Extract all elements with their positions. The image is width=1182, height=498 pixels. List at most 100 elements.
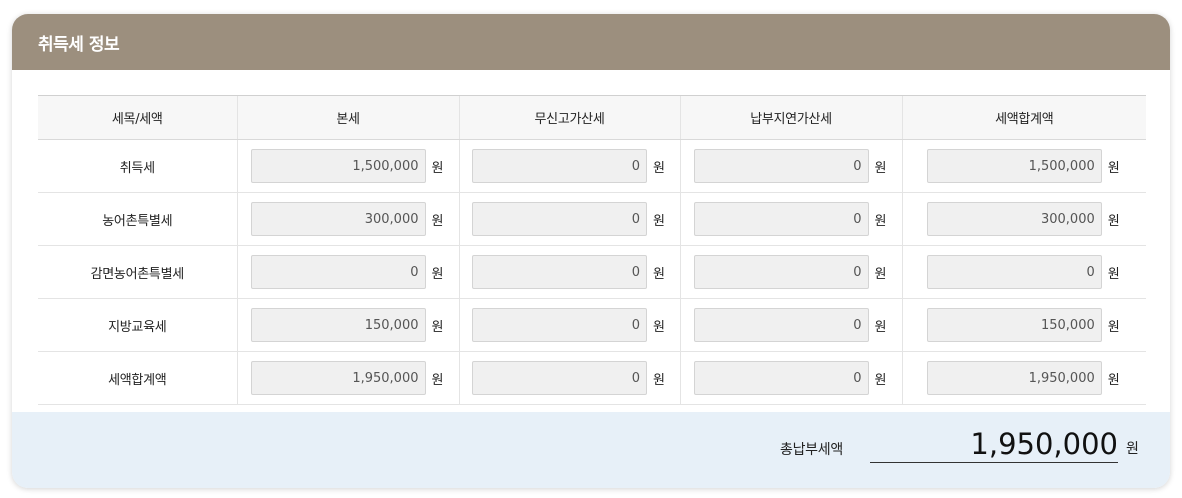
amount-cell: 원 [681, 255, 902, 289]
late-payment-penalty-amount-field[interactable] [693, 149, 869, 183]
tax-total-amount-field[interactable] [926, 255, 1102, 289]
table-cell: 원 [458, 351, 680, 405]
unfiled-penalty-amount-field[interactable] [472, 149, 647, 183]
currency-unit: 원 [431, 319, 444, 335]
unfiled-penalty-amount-field[interactable] [472, 255, 647, 289]
amount-cell: 원 [460, 361, 680, 395]
amount-cell: 원 [238, 308, 459, 342]
row-label: 농어촌특별세 [38, 192, 237, 246]
table-cell: 원 [679, 192, 902, 246]
table-cell: 원 [458, 192, 680, 246]
late-payment-penalty-amount-field[interactable] [693, 202, 869, 236]
column-header-tax-total: 세액합계액 [901, 95, 1146, 140]
table-cell: 원 [901, 351, 1147, 405]
base-tax-amount-field[interactable] [250, 361, 426, 395]
total-payment-label: 총납부세액 [780, 442, 843, 458]
currency-unit: 원 [653, 266, 665, 282]
table-cell: 원 [458, 245, 680, 299]
late-payment-penalty-amount-field[interactable] [693, 255, 869, 289]
amount-cell: 원 [903, 149, 1147, 183]
currency-unit: 원 [874, 319, 887, 335]
row-label: 세액합계액 [38, 351, 237, 405]
table-cell: 원 [236, 192, 459, 246]
currency-unit: 원 [431, 266, 444, 282]
currency-unit: 원 [653, 319, 665, 335]
table-cell: 원 [679, 298, 902, 352]
currency-unit: 원 [1107, 160, 1120, 176]
currency-unit: 원 [431, 372, 444, 388]
currency-unit: 원 [653, 213, 665, 229]
currency-unit: 원 [431, 213, 444, 229]
amount-cell: 원 [238, 202, 459, 236]
unfiled-penalty-amount-field[interactable] [472, 361, 647, 395]
row-label: 감면농어촌특별세 [38, 245, 237, 299]
amount-cell: 원 [460, 255, 680, 289]
table-row: 감면농어촌특별세 원 원 원 원 [38, 245, 1147, 299]
table-cell: 원 [458, 298, 680, 352]
base-tax-amount-field[interactable] [250, 255, 426, 289]
amount-cell: 원 [903, 202, 1147, 236]
table-row: 지방교육세 원 원 원 원 [38, 298, 1147, 352]
base-tax-amount-field[interactable] [250, 202, 426, 236]
table-cell: 원 [236, 139, 459, 193]
tax-total-amount-field[interactable] [926, 361, 1102, 395]
amount-cell: 원 [238, 361, 459, 395]
column-header-unfiled-penalty: 무신고가산세 [458, 95, 680, 140]
table-header-row: 세목/세액 본세 무신고가산세 납부지연가산세 세액합계액 [38, 95, 1146, 140]
amount-cell: 원 [460, 149, 680, 183]
tax-info-card: 취득세 정보 세목/세액 본세 무신고가산세 납부지연가산세 세액합계액 취득세… [12, 14, 1170, 488]
late-payment-penalty-amount-field[interactable] [693, 361, 869, 395]
row-label: 취득세 [38, 139, 237, 193]
unfiled-penalty-amount-field[interactable] [472, 202, 647, 236]
base-tax-amount-field[interactable] [250, 308, 426, 342]
total-payment-unit: 원 [1126, 441, 1139, 457]
table-cell: 원 [679, 245, 902, 299]
table-cell: 원 [236, 351, 459, 405]
base-tax-amount-field[interactable] [250, 149, 426, 183]
currency-unit: 원 [874, 213, 887, 229]
currency-unit: 원 [653, 160, 665, 176]
tax-total-amount-field[interactable] [926, 308, 1102, 342]
amount-cell: 원 [681, 149, 902, 183]
section-title: 취득세 정보 [38, 34, 120, 55]
table-cell: 원 [679, 139, 902, 193]
table-row: 농어촌특별세 원 원 원 원 [38, 192, 1147, 246]
currency-unit: 원 [653, 372, 665, 388]
amount-cell: 원 [460, 202, 680, 236]
unfiled-penalty-amount-field[interactable] [472, 308, 647, 342]
total-payment-value: 1,950,000 [870, 426, 1118, 463]
currency-unit: 원 [431, 160, 444, 176]
table-row: 세액합계액 원 원 원 원 [38, 351, 1147, 405]
amount-cell: 원 [681, 202, 902, 236]
table-cell: 원 [901, 298, 1147, 352]
amount-cell: 원 [238, 255, 459, 289]
table-row: 취득세 원 원 원 원 [38, 139, 1147, 193]
currency-unit: 원 [1107, 213, 1120, 229]
currency-unit: 원 [874, 160, 887, 176]
tax-table: 세목/세액 본세 무신고가산세 납부지연가산세 세액합계액 취득세원원원원농어촌… [38, 95, 1146, 405]
section-header: 취득세 정보 [12, 14, 1170, 70]
row-label: 지방교육세 [38, 298, 237, 352]
currency-unit: 원 [1107, 372, 1120, 388]
amount-cell: 원 [903, 255, 1147, 289]
tax-total-amount-field[interactable] [926, 149, 1102, 183]
amount-cell: 원 [460, 308, 680, 342]
currency-unit: 원 [874, 266, 887, 282]
currency-unit: 원 [874, 372, 887, 388]
column-header-late-payment-penalty: 납부지연가산세 [679, 95, 902, 140]
amount-cell: 원 [681, 308, 902, 342]
column-header-base-tax: 본세 [236, 95, 459, 140]
table-cell: 원 [901, 192, 1147, 246]
amount-cell: 원 [903, 361, 1147, 395]
currency-unit: 원 [1107, 266, 1120, 282]
table-cell: 원 [901, 245, 1147, 299]
column-header-tax-item: 세목/세액 [38, 95, 237, 140]
tax-total-amount-field[interactable] [926, 202, 1102, 236]
amount-cell: 원 [238, 149, 459, 183]
late-payment-penalty-amount-field[interactable] [693, 308, 869, 342]
total-footer: 총납부세액 1,950,000 원 [12, 412, 1170, 488]
amount-cell: 원 [903, 308, 1147, 342]
currency-unit: 원 [1107, 319, 1120, 335]
table-cell: 원 [901, 139, 1147, 193]
table-cell: 원 [236, 298, 459, 352]
